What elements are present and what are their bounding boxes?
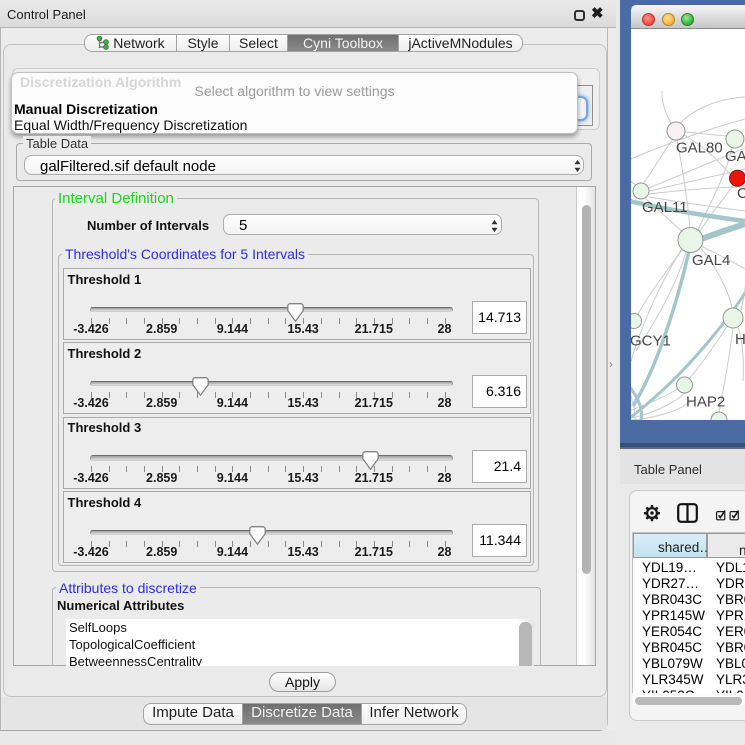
svg-text:GCY1: GCY1 [631,333,671,350]
svg-text:HAP2: HAP2 [686,394,725,411]
svg-text:C: C [737,185,745,202]
svg-text:GA: GA [725,148,745,165]
svg-text:GAL11: GAL11 [642,199,688,216]
svg-text:H: H [735,331,745,348]
svg-text:GAL80: GAL80 [676,140,723,157]
svg-text:GAL4: GAL4 [692,252,730,269]
